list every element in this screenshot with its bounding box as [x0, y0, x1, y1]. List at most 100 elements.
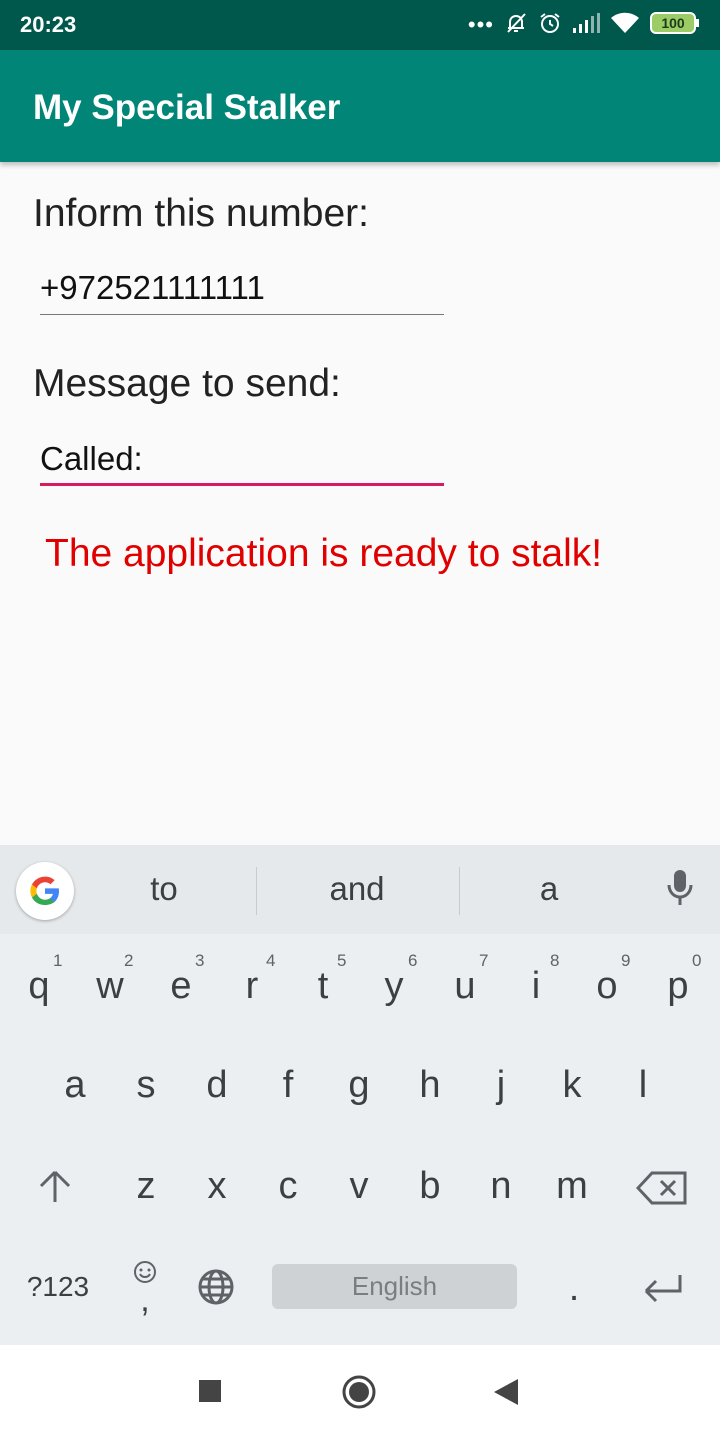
key-g[interactable]: g [329, 1060, 389, 1120]
key-label: t [317, 965, 329, 1007]
backspace-key[interactable] [635, 1170, 688, 1206]
key-label: b [419, 1165, 441, 1207]
key-x[interactable]: x [187, 1161, 247, 1221]
key-number-hint: 6 [408, 951, 418, 970]
key-label: f [282, 1064, 294, 1106]
key-label: e [170, 965, 192, 1007]
wifi-icon [610, 11, 640, 40]
message-underline [40, 483, 444, 486]
key-h[interactable]: h [400, 1060, 460, 1120]
key-b[interactable]: b [400, 1161, 460, 1221]
number-underline [40, 314, 444, 315]
key-r[interactable]: r4 [222, 945, 282, 1015]
key-number-hint: 7 [479, 951, 489, 970]
key-e[interactable]: e3 [151, 945, 211, 1015]
key-i[interactable]: i8 [506, 945, 566, 1015]
key-number-hint: 8 [550, 951, 560, 970]
key-s[interactable]: s [116, 1060, 176, 1120]
key-label: r [245, 965, 259, 1007]
key-z[interactable]: z [116, 1161, 176, 1221]
key-label: g [348, 1064, 370, 1106]
key-label: p [667, 965, 689, 1007]
key-a[interactable]: a [45, 1060, 105, 1120]
key-label: x [207, 1165, 227, 1207]
symbols-key[interactable]: ?123 [18, 1267, 98, 1307]
suggestion-1[interactable]: to [89, 870, 239, 908]
google-button[interactable] [16, 862, 74, 920]
shift-arrow-icon [39, 1170, 71, 1202]
key-j[interactable]: j [471, 1060, 531, 1120]
key-m[interactable]: m [542, 1161, 602, 1221]
enter-key[interactable] [640, 1271, 684, 1305]
comma-label: , [140, 1281, 150, 1319]
key-u[interactable]: u7 [435, 945, 495, 1015]
key-y[interactable]: y6 [364, 945, 424, 1015]
message-field[interactable]: Called: [40, 436, 444, 486]
message-value: Called: [40, 440, 143, 477]
key-number-hint: 1 [53, 951, 63, 970]
key-f[interactable]: f [258, 1060, 318, 1120]
microphone-icon[interactable] [665, 868, 695, 913]
key-n[interactable]: n [471, 1161, 531, 1221]
language-key[interactable] [196, 1267, 236, 1307]
key-v[interactable]: v [329, 1161, 389, 1221]
more-notifications-icon: ••• [467, 12, 494, 37]
home-circle-icon [342, 1375, 376, 1409]
bell-off-icon [504, 11, 528, 40]
key-label: k [562, 1064, 582, 1106]
globe-icon [198, 1269, 234, 1305]
emoji-comma-key[interactable]: , [130, 1259, 160, 1319]
key-label: h [419, 1064, 441, 1106]
key-w[interactable]: w2 [80, 945, 140, 1015]
key-t[interactable]: t5 [293, 945, 353, 1015]
enter-arrow-icon [644, 1275, 682, 1303]
battery-icon: 100 [650, 11, 700, 39]
back-button[interactable] [494, 1379, 518, 1410]
key-label: n [490, 1165, 512, 1207]
key-label: l [638, 1064, 648, 1106]
key-o[interactable]: o9 [577, 945, 637, 1015]
status-icons: ••• 100 [468, 10, 700, 40]
number-value: +972521111111 [40, 269, 265, 306]
suggestion-divider [256, 867, 257, 915]
recents-button[interactable] [199, 1380, 221, 1407]
status-time: 20:23 [20, 12, 77, 37]
navigation-bar [0, 1345, 720, 1440]
symbols-key-label: ?123 [26, 1271, 90, 1302]
key-number-hint: 3 [195, 951, 205, 970]
suggestion-bar: to and a [0, 845, 720, 934]
square-icon [199, 1380, 221, 1402]
key-label: d [206, 1064, 228, 1106]
key-c[interactable]: c [258, 1161, 318, 1221]
app-bar: My Special Stalker [0, 50, 720, 162]
key-number-hint: 0 [692, 951, 702, 970]
key-p[interactable]: p0 [648, 945, 708, 1015]
key-d[interactable]: d [187, 1060, 247, 1120]
suggestion-2[interactable]: and [282, 870, 432, 908]
status-bar: 20:23 ••• 100 [0, 0, 720, 50]
period-label: . [568, 1267, 580, 1309]
signal-icon [572, 12, 600, 39]
key-label: j [496, 1064, 506, 1106]
key-label: u [454, 965, 476, 1007]
key-number-hint: 4 [266, 951, 276, 970]
shift-key[interactable] [32, 1166, 78, 1212]
key-l[interactable]: l [613, 1060, 673, 1120]
alarm-icon [538, 11, 562, 40]
number-field[interactable]: +972521111111 [40, 265, 444, 315]
battery-level: 100 [661, 15, 685, 31]
key-label: y [384, 965, 404, 1007]
key-label: a [64, 1064, 86, 1106]
space-key[interactable]: English [272, 1264, 517, 1309]
suggestion-3[interactable]: a [474, 870, 624, 908]
key-label: s [136, 1064, 156, 1106]
key-label: i [531, 965, 541, 1007]
key-label: z [136, 1165, 156, 1207]
period-key[interactable]: . [556, 1265, 592, 1315]
key-number-hint: 5 [337, 951, 347, 970]
key-q[interactable]: q1 [9, 945, 69, 1015]
key-label: o [596, 965, 618, 1007]
key-label: v [349, 1165, 369, 1207]
home-button[interactable] [341, 1374, 377, 1415]
key-k[interactable]: k [542, 1060, 602, 1120]
